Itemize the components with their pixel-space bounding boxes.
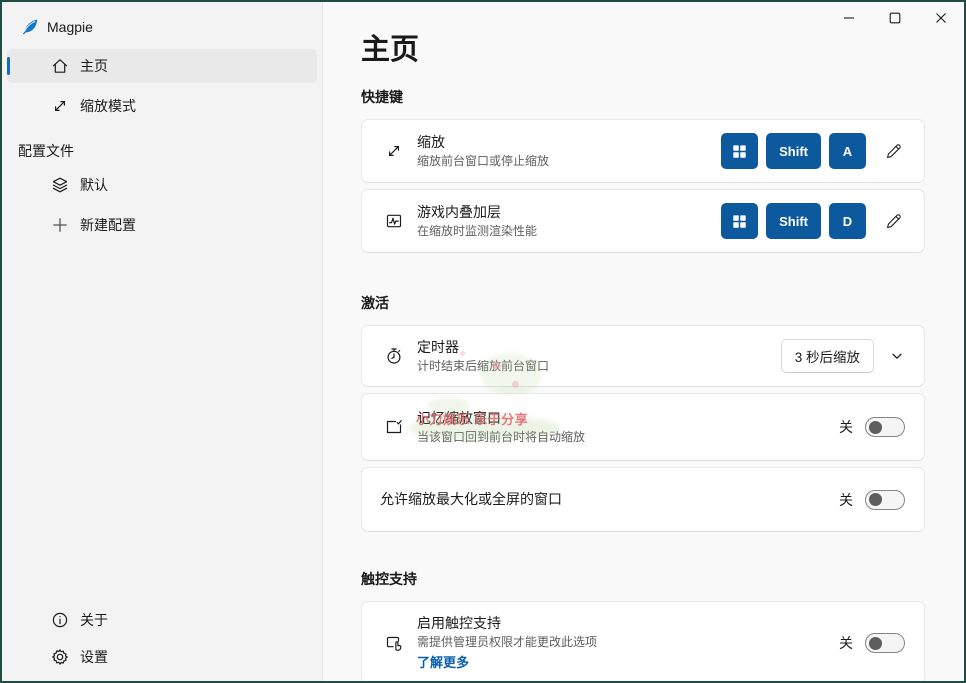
timer-delay-value: 3 秒后缩放 — [794, 350, 860, 365]
chevron-down-icon[interactable] — [889, 348, 905, 364]
sidebar-item-about-label: 关于 — [80, 612, 108, 628]
app-name: Magpie — [47, 19, 93, 35]
shift-key: Shift — [766, 133, 821, 169]
stopwatch-icon — [384, 346, 404, 366]
shortcut-card-overlay: 游戏内叠加层 在缩放时监测渲染性能 Shift D — [361, 189, 925, 253]
shortcut-overlay-text: 游戏内叠加层 在缩放时监测渲染性能 — [417, 203, 721, 240]
main-content: 主页 快捷键 缩放 缩放前台窗口或停止缩放 Shift A 游戏内叠加层 在缩放… — [322, 2, 964, 681]
sidebar-footer: 关于 设置 — [2, 600, 322, 681]
magpie-feather-logo-icon — [20, 17, 40, 37]
toggle-knob — [869, 636, 882, 650]
sidebar-item-new-profile-label: 新建配置 — [80, 217, 136, 233]
home-icon — [50, 56, 70, 76]
touch-cards: 启用触控支持 需提供管理员权限才能更改此选项 了解更多 关 — [361, 601, 925, 681]
gear-icon — [50, 647, 70, 667]
allow-maximized-text: 允许缩放最大化或全屏的窗口 — [380, 490, 839, 509]
layers-stack-icon — [50, 175, 70, 195]
activation-cards: 定时器 计时结束后缩放前台窗口 3 秒后缩放 记忆缩放窗口 当该窗口回到前台时将… — [361, 325, 925, 532]
sidebar-item-settings[interactable]: 设置 — [7, 640, 317, 674]
sidebar-item-new-profile[interactable]: 新建配置 — [7, 208, 317, 242]
remember-window-toggle-row: 关 — [839, 417, 905, 437]
sidebar-item-about[interactable]: 关于 — [7, 603, 317, 637]
touch-support-toggle[interactable] — [865, 633, 905, 653]
timer-delay-dropdown[interactable]: 3 秒后缩放 — [780, 339, 874, 373]
shortcut-overlay-keys: Shift D — [721, 203, 866, 239]
touch-support-text: 启用触控支持 需提供管理员权限才能更改此选项 了解更多 — [417, 614, 839, 672]
touch-support-subtitle: 需提供管理员权限才能更改此选项 — [417, 635, 598, 649]
maximize-button[interactable] — [872, 2, 918, 33]
windows-key — [721, 203, 759, 239]
minimize-button[interactable] — [826, 2, 872, 33]
allow-maximized-toggle-row: 关 — [839, 489, 905, 510]
shortcut-overlay-subtitle: 在缩放时监测渲染性能 — [417, 223, 538, 238]
sidebar-item-scaling-modes-label: 缩放模式 — [80, 98, 136, 114]
shortcut-card-zoom: 缩放 缩放前台窗口或停止缩放 Shift A — [361, 119, 925, 183]
remember-window-title: 记忆缩放窗口 — [417, 409, 501, 426]
touch-support-toggle-row: 关 — [839, 633, 905, 653]
allow-maximized-title: 允许缩放最大化或全屏的窗口 — [380, 491, 562, 507]
letter-key: A — [829, 133, 866, 169]
toggle-knob — [869, 420, 882, 434]
remember-window-toggle[interactable] — [865, 417, 905, 437]
profiles-section-header: 配置文件 — [18, 143, 74, 159]
sidebar-item-home-label: 主页 — [80, 58, 108, 74]
remember-window-card: 记忆缩放窗口 当该窗口回到前台时将自动缩放 关 — [361, 393, 925, 461]
sidebar-item-default-profile[interactable]: 默认 — [7, 168, 317, 202]
plus-icon — [50, 215, 70, 235]
windows-key — [721, 133, 759, 169]
sidebar: Magpie 主页 缩放模式 配置文件 默认 新建配置 关于 设置 — [2, 2, 322, 681]
touch-section-header: 触控支持 — [361, 571, 417, 587]
page-title: 主页 — [361, 34, 420, 66]
remember-window-text: 记忆缩放窗口 当该窗口回到前台时将自动缩放 — [417, 409, 839, 446]
timer-card: 定时器 计时结束后缩放前台窗口 3 秒后缩放 — [361, 325, 925, 387]
timer-subtitle: 计时结束后缩放前台窗口 — [417, 358, 550, 373]
sidebar-item-scaling-modes[interactable]: 缩放模式 — [7, 89, 317, 123]
touch-support-card: 启用触控支持 需提供管理员权限才能更改此选项 了解更多 关 — [361, 601, 925, 681]
timer-title: 定时器 — [417, 338, 459, 355]
resize-diagonal-icon — [50, 96, 70, 116]
learn-more-link[interactable]: 了解更多 — [417, 654, 839, 672]
shortcut-zoom-subtitle: 缩放前台窗口或停止缩放 — [417, 153, 550, 168]
magpie-window: Magpie 主页 缩放模式 配置文件 默认 新建配置 关于 设置 主页 快捷键… — [0, 0, 966, 683]
shift-key: Shift — [766, 203, 821, 239]
allow-maximized-card: 允许缩放最大化或全屏的窗口 关 — [361, 467, 925, 532]
info-circle-icon — [50, 610, 70, 630]
resize-diagonal-icon — [384, 141, 404, 161]
toggle-state-label: 关 — [839, 635, 853, 651]
touch-support-title: 启用触控支持 — [417, 615, 501, 631]
close-button[interactable] — [918, 2, 964, 33]
shortcuts-section-header: 快捷键 — [361, 89, 403, 105]
performance-overlay-icon — [384, 211, 404, 231]
window-controls — [826, 2, 964, 33]
edit-shortcut-button[interactable] — [883, 140, 905, 162]
edit-shortcut-button[interactable] — [883, 210, 905, 232]
sidebar-item-settings-label: 设置 — [80, 649, 108, 665]
shortcuts-cards: 缩放 缩放前台窗口或停止缩放 Shift A 游戏内叠加层 在缩放时监测渲染性能… — [361, 119, 925, 253]
timer-text: 定时器 计时结束后缩放前台窗口 — [417, 338, 781, 375]
remember-window-subtitle: 当该窗口回到前台时将自动缩放 — [417, 429, 586, 444]
toggle-state-label: 关 — [839, 419, 853, 435]
touch-hand-icon — [384, 633, 404, 653]
toggle-knob — [869, 493, 882, 506]
toggle-state-label: 关 — [839, 491, 853, 508]
window-check-icon — [384, 417, 404, 437]
shortcut-zoom-title: 缩放 — [417, 133, 445, 150]
sidebar-item-home[interactable]: 主页 — [7, 49, 317, 83]
shortcut-overlay-title: 游戏内叠加层 — [417, 203, 501, 220]
shortcut-zoom-keys: Shift A — [721, 133, 866, 169]
letter-key: D — [829, 203, 866, 239]
allow-maximized-toggle[interactable] — [865, 489, 905, 510]
activation-section-header: 激活 — [361, 295, 389, 311]
sidebar-item-default-profile-label: 默认 — [80, 177, 108, 193]
shortcut-zoom-text: 缩放 缩放前台窗口或停止缩放 — [417, 133, 721, 170]
app-logo-row: Magpie — [2, 2, 322, 46]
